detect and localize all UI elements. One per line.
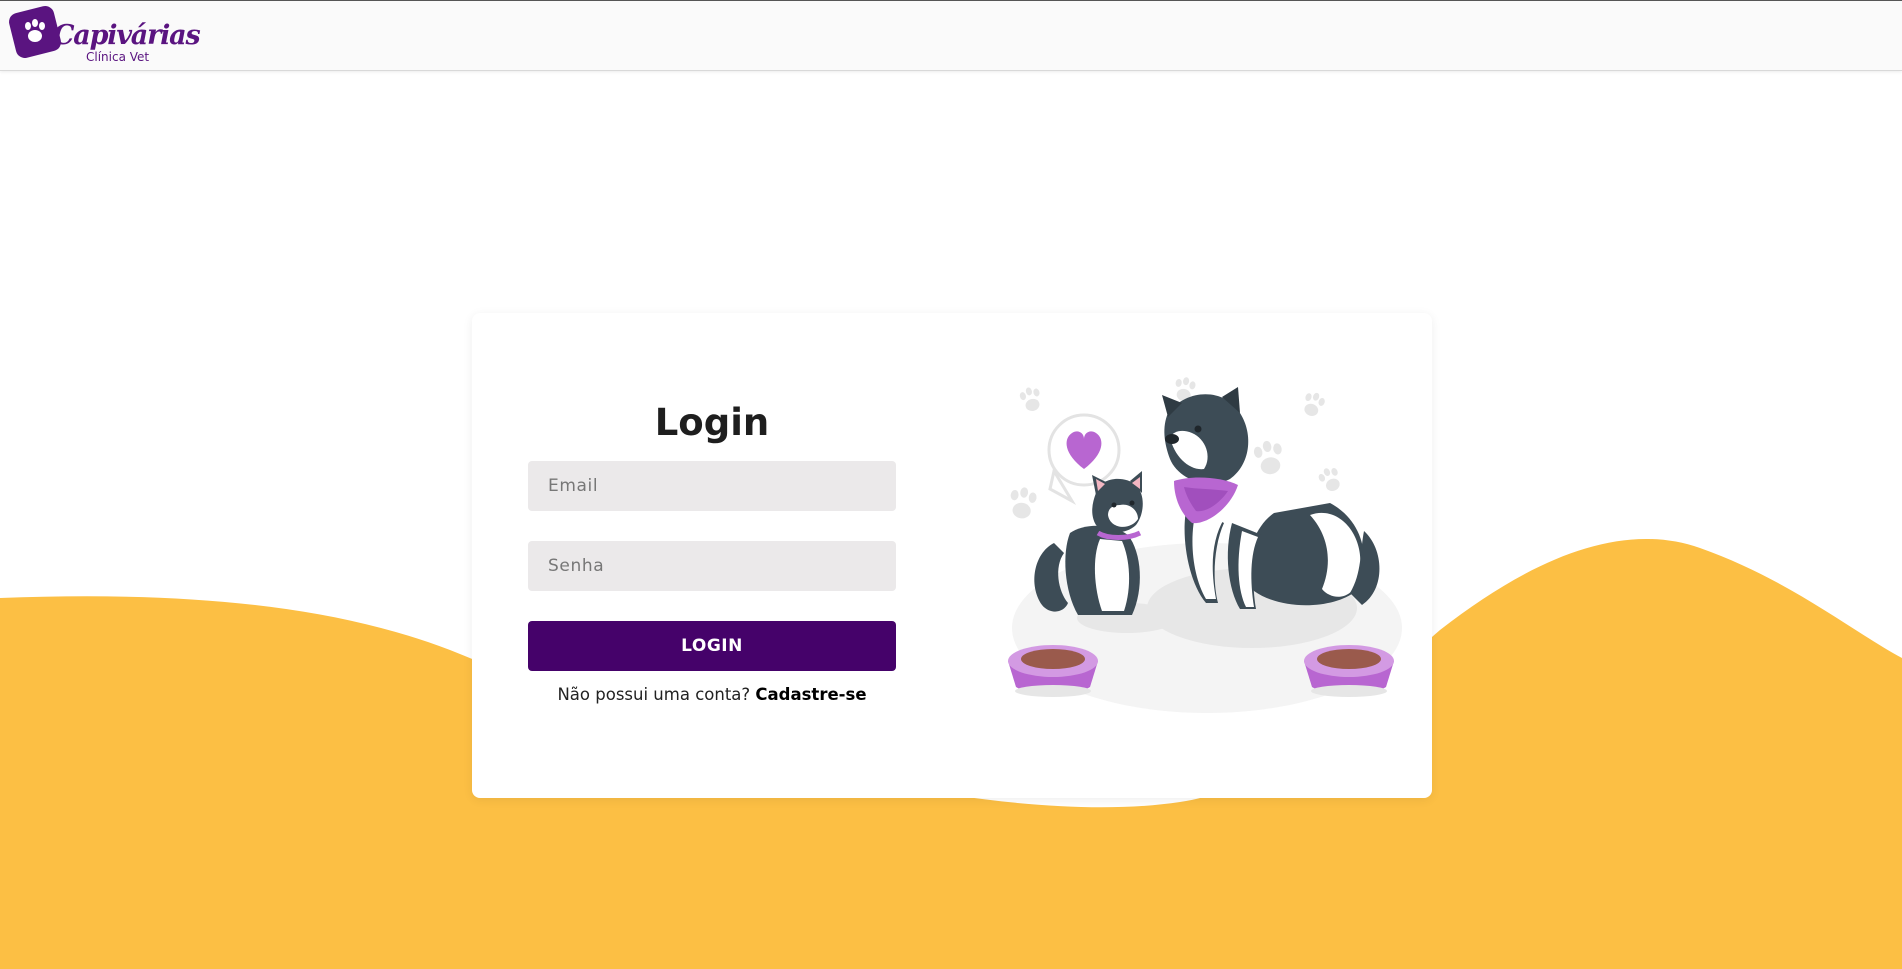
- paw-icon: [1304, 392, 1325, 417]
- login-card: Login LOGIN Não possui uma conta? Cadast…: [472, 313, 1432, 798]
- brand-subtitle: Clínica Vet: [86, 50, 150, 64]
- paw-icon: [1010, 487, 1037, 519]
- paw-icon: [25, 19, 45, 42]
- food-bowl-icon: [1304, 645, 1394, 697]
- food-bowl-icon: [1008, 645, 1098, 697]
- paw-icon: [1253, 440, 1282, 475]
- dog-figure: [1162, 387, 1380, 609]
- login-button[interactable]: LOGIN: [528, 621, 896, 671]
- paw-icon: [1019, 387, 1040, 412]
- brand-name: Capivárias: [53, 20, 201, 51]
- email-input[interactable]: [528, 461, 896, 511]
- login-title: Login: [654, 401, 770, 444]
- password-input[interactable]: [528, 541, 896, 591]
- pets-illustration: [1008, 377, 1402, 713]
- brand-logo[interactable]: Capivárias Clínica Vet: [7, 4, 201, 66]
- cat-figure: [1034, 471, 1143, 615]
- top-navbar: Capivárias Clínica Vet: [0, 0, 1902, 71]
- signup-prompt: Não possui uma conta? Cadastre-se: [528, 685, 896, 704]
- paw-icon: [1318, 468, 1340, 492]
- signup-prompt-text: Não possui uma conta?: [557, 685, 751, 704]
- signup-link[interactable]: Cadastre-se: [755, 685, 866, 704]
